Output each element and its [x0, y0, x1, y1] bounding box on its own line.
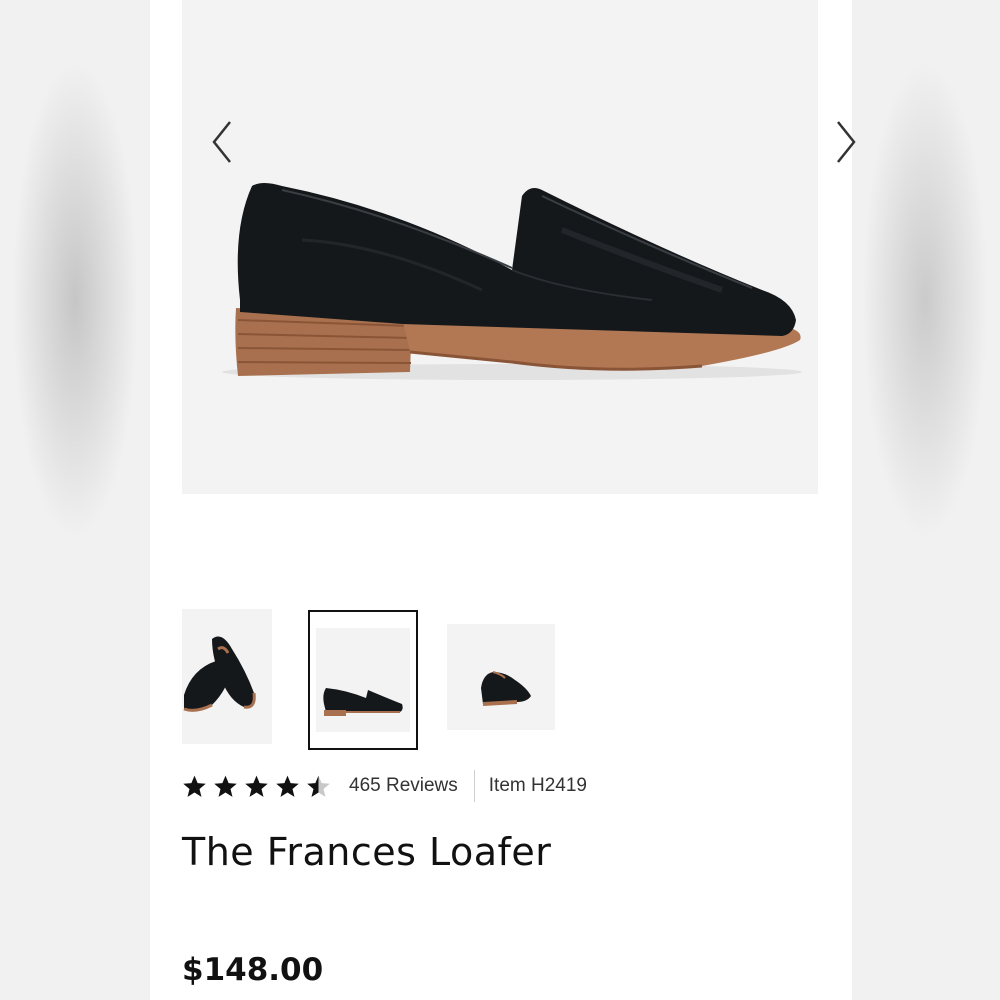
next-image-button[interactable] — [834, 118, 858, 166]
star-half-icon — [307, 775, 330, 797]
product-price: $148.00 — [182, 952, 324, 988]
chevron-right-icon — [837, 121, 856, 163]
chevron-left-icon — [212, 121, 231, 163]
item-number: Item H2419 — [488, 775, 588, 796]
thumbnail-back-view[interactable] — [447, 624, 555, 730]
previous-image-button[interactable] — [210, 118, 234, 166]
main-product-image — [182, 0, 856, 494]
product-title: The Frances Loafer — [182, 830, 552, 874]
star-rating — [182, 774, 331, 799]
divider — [473, 770, 475, 802]
star-filled-icon — [183, 775, 206, 797]
rating-row: 465 Reviews Item H2419 — [182, 770, 587, 802]
star-filled-icon — [276, 775, 299, 797]
thumbnail-pair-view[interactable] — [182, 609, 272, 744]
star-filled-icon — [214, 775, 237, 797]
star-filled-icon — [245, 775, 268, 797]
reviews-link[interactable]: 465 Reviews — [349, 775, 458, 797]
thumbnail-side-view-selected[interactable] — [308, 610, 418, 750]
loafer-image — [222, 183, 802, 380]
product-card: 465 Reviews Item H2419 The Frances Loafe… — [150, 0, 856, 1000]
